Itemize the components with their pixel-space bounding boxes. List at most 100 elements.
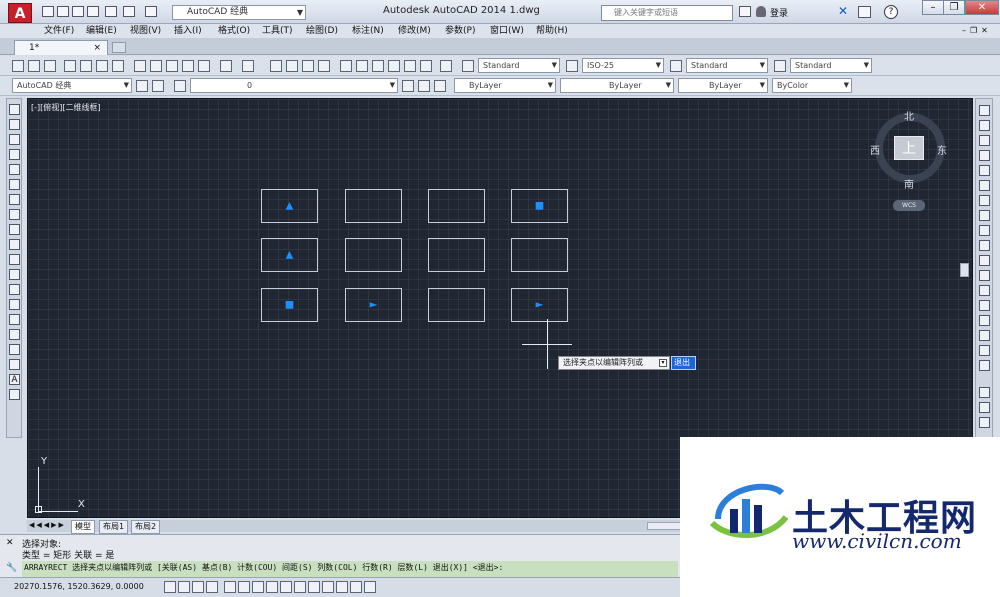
menu-draw[interactable]: 绘图(D) (306, 24, 338, 38)
document-tab[interactable]: 1* × (14, 40, 108, 55)
make-block-icon[interactable] (9, 284, 20, 295)
redo-icon[interactable] (242, 60, 254, 72)
ortho-mode-icon[interactable] (206, 581, 218, 593)
snap-mode-icon[interactable] (178, 581, 190, 593)
offset-icon[interactable] (979, 150, 990, 161)
region-icon[interactable] (9, 344, 20, 355)
plot-icon[interactable] (105, 6, 117, 17)
search-input[interactable]: 键入关键字或短语 (601, 5, 733, 21)
stretch-icon[interactable] (979, 225, 990, 236)
zoom-previous-icon[interactable] (318, 60, 330, 72)
tab-layout2[interactable]: 布局2 (131, 520, 161, 534)
point-icon[interactable] (9, 299, 20, 310)
wcs-menu[interactable]: WCS (893, 200, 925, 211)
rectangle-icon[interactable] (9, 164, 20, 175)
close-button[interactable]: ✕ (965, 0, 999, 15)
array-item[interactable] (511, 238, 568, 272)
plot-icon[interactable] (64, 60, 76, 72)
grip-marker[interactable]: ► (370, 300, 378, 311)
ellipse-icon[interactable] (9, 239, 20, 250)
undo-icon[interactable] (220, 60, 232, 72)
polar-tracking-icon[interactable] (224, 581, 236, 593)
3d-object-snap-icon[interactable] (252, 581, 264, 593)
gradient-icon[interactable] (9, 329, 20, 340)
array-item[interactable] (345, 189, 402, 223)
layer-previous-icon[interactable] (418, 80, 430, 92)
dim-style-select[interactable]: ISO-25 ▼ (582, 58, 664, 73)
doc-window-controls[interactable]: –❐✕ (962, 26, 992, 36)
menu-file[interactable]: 文件(F) (44, 24, 74, 38)
menu-format[interactable]: 格式(O) (218, 24, 250, 38)
new-icon[interactable] (42, 6, 54, 17)
copy-object-icon[interactable] (979, 120, 990, 131)
properties-icon[interactable] (340, 60, 352, 72)
close-tab-icon[interactable]: × (93, 41, 101, 55)
save-as-icon[interactable] (87, 6, 99, 17)
linetype-select[interactable]: ByLayer ▼ (560, 78, 674, 93)
vertical-scrollbar[interactable] (960, 263, 969, 277)
fillet-icon[interactable] (979, 330, 990, 341)
menu-parameters[interactable]: 参数(P) (445, 24, 475, 38)
close-icon[interactable]: ✕ (6, 538, 14, 548)
lineweight-select[interactable]: ByLayer ▼ (678, 78, 768, 93)
chamfer-icon[interactable] (979, 315, 990, 326)
array-item[interactable]: ■ (261, 288, 318, 322)
array-item[interactable]: ► (511, 288, 568, 322)
text-style-select[interactable]: Standard ▼ (478, 58, 560, 73)
join-icon[interactable] (979, 300, 990, 311)
save-icon[interactable] (44, 60, 56, 72)
move-icon[interactable] (979, 180, 990, 191)
compass-south[interactable]: 南 (904, 176, 914, 191)
table-icon[interactable] (9, 359, 20, 370)
menu-edit[interactable]: 编辑(E) (86, 24, 117, 38)
connect-icon[interactable] (858, 6, 871, 18)
construction-line-icon[interactable] (9, 119, 20, 130)
array-item[interactable]: ▲ (261, 189, 318, 223)
grip-marker[interactable]: ■ (285, 300, 294, 311)
dropdown-icon[interactable]: ▾ (659, 359, 667, 367)
multiline-text-icon[interactable]: A (9, 374, 20, 385)
compass-west[interactable]: 西 (870, 142, 880, 157)
tab-nav-arrows[interactable]: ◀◀◀▶▶ (29, 521, 67, 531)
3d-dwf-icon[interactable] (112, 60, 124, 72)
restore-button[interactable]: ❐ (943, 0, 965, 15)
match-properties-icon[interactable] (182, 60, 194, 72)
array-item[interactable]: ▲ (261, 238, 318, 272)
trim-icon[interactable] (979, 240, 990, 251)
open-icon[interactable] (28, 60, 40, 72)
design-center-icon[interactable] (356, 60, 368, 72)
add-selected-icon[interactable] (9, 389, 20, 400)
transparency-icon[interactable] (322, 581, 334, 593)
draworder-icon[interactable] (979, 387, 990, 398)
array-icon[interactable] (979, 165, 990, 176)
menu-view[interactable]: 视图(V) (130, 24, 161, 38)
dim-style-icon[interactable] (566, 60, 578, 72)
selection-cycling-icon[interactable] (350, 581, 362, 593)
plot-style-select[interactable]: ByColor ▼ (772, 78, 852, 93)
grip-marker[interactable]: ▲ (286, 201, 294, 212)
compass-east[interactable]: 东 (937, 142, 947, 157)
arc-icon[interactable] (9, 179, 20, 190)
allow-dynamic-ucs-icon[interactable] (280, 581, 292, 593)
block-editor-icon[interactable] (198, 60, 210, 72)
color-select[interactable]: ByLayer ▼ (454, 78, 556, 93)
polygon-icon[interactable] (9, 149, 20, 160)
compass-north[interactable]: 北 (904, 108, 914, 123)
tool-palettes-icon[interactable] (372, 60, 384, 72)
explode-icon[interactable] (979, 360, 990, 371)
wrench-icon[interactable]: 🔧 (6, 563, 18, 575)
table-style-icon[interactable] (670, 60, 682, 72)
draworder-front-icon[interactable] (979, 417, 990, 428)
coordinates-readout[interactable]: 20270.1576, 1520.3629, 0.0000 (14, 582, 144, 591)
cut-icon[interactable] (134, 60, 146, 72)
array-item[interactable] (428, 238, 485, 272)
sheet-set-icon[interactable] (388, 60, 400, 72)
mirror-icon[interactable] (979, 135, 990, 146)
paste-icon[interactable] (166, 60, 178, 72)
infer-constraints-icon[interactable] (164, 581, 176, 593)
spline-icon[interactable] (9, 224, 20, 235)
workspace-save-icon[interactable] (152, 80, 164, 92)
circle-icon[interactable] (9, 194, 20, 205)
erase-icon[interactable] (979, 105, 990, 116)
redo-icon[interactable] (145, 6, 157, 17)
